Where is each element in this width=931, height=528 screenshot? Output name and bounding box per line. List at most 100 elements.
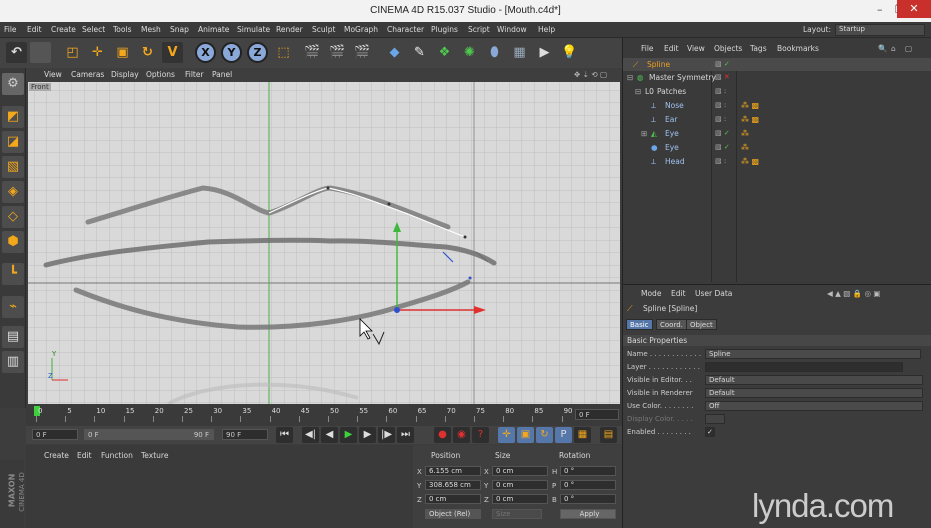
previous-frame-icon[interactable]: ◀ — [321, 427, 338, 443]
material-tag-icon[interactable]: ⁂ — [741, 141, 749, 154]
menu-help[interactable]: Help — [538, 25, 555, 34]
points-mode-icon[interactable]: ◈ — [2, 181, 24, 203]
tab-basic[interactable]: Basic — [626, 319, 653, 330]
viewport-menu-options[interactable]: Options — [146, 70, 175, 79]
tab-object[interactable]: Object — [686, 319, 717, 330]
layout-select[interactable]: Startup — [835, 24, 925, 36]
key-pla-icon[interactable]: ▦ — [574, 427, 591, 443]
viewport-menu-panel[interactable]: Panel — [212, 70, 232, 79]
light-icon[interactable]: 💡 — [559, 42, 580, 63]
prop-display-color-swatch[interactable] — [705, 414, 725, 424]
attr-menu-user-data[interactable]: User Data — [695, 289, 732, 298]
menu-render[interactable]: Render — [276, 25, 303, 34]
rot-p-field[interactable]: 0 ° — [560, 480, 616, 490]
tab-coord[interactable]: Coord. — [656, 319, 687, 330]
obj-menu-view[interactable]: View — [687, 44, 705, 53]
live-selection-icon[interactable]: V — [162, 42, 183, 63]
material-tag-icon[interactable]: ⁂ ▩ — [741, 99, 759, 112]
coords-size-select[interactable]: Size — [492, 509, 542, 519]
select-icon[interactable]: ◰ — [62, 42, 83, 63]
object-row-ear[interactable]: ⟂ Ear ▧ : ⁂ ▩ — [623, 113, 931, 126]
rotate-icon[interactable]: ↻ — [137, 42, 158, 63]
material-menu-function[interactable]: Function — [101, 451, 133, 460]
texture-mode-icon[interactable]: ◪ — [2, 131, 24, 153]
object-flags[interactable]: ▧ ✓ — [715, 127, 730, 140]
obj-search-icon[interactable]: 🔍 — [878, 44, 887, 53]
undo-icon[interactable]: ↶ — [6, 42, 27, 63]
object-flags[interactable]: ▧ ✓ — [715, 141, 730, 154]
menu-snap[interactable]: Snap — [170, 25, 189, 34]
coordinate-system-icon[interactable]: ⬚ — [273, 42, 294, 63]
pos-y-field[interactable]: 308.658 cm — [425, 480, 481, 490]
keyframe-selection-icon[interactable]: ? — [472, 427, 489, 443]
next-key-icon[interactable]: |▶ — [378, 427, 395, 443]
expand-icon[interactable]: ⊟ — [635, 85, 641, 98]
key-scale-icon[interactable]: ▣ — [517, 427, 534, 443]
key-parameter-icon[interactable]: P — [555, 427, 572, 443]
axis-mode-icon[interactable]: ┗ — [2, 263, 24, 285]
viewport-menu-filter[interactable]: Filter — [185, 70, 204, 79]
menu-edit[interactable]: Edit — [27, 25, 42, 34]
prop-enabled-checkbox[interactable]: ✓ — [705, 427, 715, 437]
viewport-nav-icons[interactable]: ✥ ⇣ ⟲ ▢ — [574, 70, 607, 79]
obj-menu-tags[interactable]: Tags — [750, 44, 767, 53]
size-z-field[interactable]: 0 cm — [492, 494, 548, 504]
object-row-eye-2[interactable]: ● Eye ▧ ✓ ⁂ — [623, 141, 931, 154]
timeline[interactable]: 0 5 10 15 20 25 30 35 40 45 50 55 60 65 70 75 80 85 90 0 F — [26, 404, 622, 426]
go-to-end-icon[interactable]: ⏭ — [397, 427, 414, 443]
subdivision-icon[interactable]: ❖ — [434, 42, 455, 63]
obj-menu-objects[interactable]: Objects — [714, 44, 742, 53]
material-menu-create[interactable]: Create — [44, 451, 69, 460]
next-frame-icon[interactable]: ▶ — [359, 427, 376, 443]
y-axis-button[interactable]: Y — [221, 42, 242, 63]
rot-h-field[interactable]: 0 ° — [560, 466, 616, 476]
menu-simulate[interactable]: Simulate — [237, 25, 270, 34]
prop-name-field[interactable]: Spline — [705, 349, 921, 359]
autokey-icon[interactable]: ◉ — [453, 427, 470, 443]
viewport-menu-display[interactable]: Display — [111, 70, 139, 79]
obj-menu-edit[interactable]: Edit — [664, 44, 679, 53]
material-tag-icon[interactable]: ⁂ — [741, 127, 749, 140]
end-frame-field[interactable]: 90 F — [222, 429, 268, 440]
cube-icon[interactable]: ◆ — [384, 42, 405, 63]
object-flags[interactable]: ▧ : — [715, 85, 726, 98]
obj-new-view-icon[interactable]: ▢ — [905, 44, 912, 53]
prop-visible-renderer-select[interactable]: Default — [705, 388, 923, 398]
material-menu-edit[interactable]: Edit — [77, 451, 92, 460]
object-flags[interactable]: ▧ : — [715, 99, 726, 112]
menu-create[interactable]: Create — [51, 25, 76, 34]
object-flags[interactable]: ▧ : — [715, 155, 726, 168]
obj-home-icon[interactable]: ⌂ — [891, 44, 896, 53]
model-mode-icon[interactable]: ◩ — [2, 106, 24, 128]
object-row-master-symmetry[interactable]: ⊟ ◍ Master Symmetry ▧ ✕ — [623, 71, 931, 84]
key-rotation-icon[interactable]: ↻ — [536, 427, 553, 443]
object-row-eye[interactable]: ⊞ ◭ Eye ▧ ✓ ⁂ — [623, 127, 931, 140]
timeline-window-icon[interactable]: ▤ — [600, 427, 617, 443]
menu-animate[interactable]: Animate — [198, 25, 229, 34]
object-flags[interactable]: ▧ ✕ — [715, 71, 730, 84]
expand-icon[interactable]: ⊟ — [627, 71, 633, 84]
key-position-icon[interactable]: ✛ — [498, 427, 515, 443]
attr-nav-icons[interactable]: ◀ ▲ ▧ 🔒 ◎ ▣ — [827, 289, 881, 298]
material-menu-texture[interactable]: Texture — [141, 451, 168, 460]
pos-z-field[interactable]: 0 cm — [425, 494, 481, 504]
floor-icon[interactable]: ▦ — [509, 42, 530, 63]
redo-icon[interactable] — [30, 42, 51, 63]
object-row-nose[interactable]: ⟂ Nose ▧ : ⁂ ▩ — [623, 99, 931, 112]
attr-menu-edit[interactable]: Edit — [671, 289, 686, 298]
size-y-field[interactable]: 0 cm — [492, 480, 548, 490]
prop-use-color-select[interactable]: Off — [705, 401, 923, 411]
prop-visible-editor-select[interactable]: Default — [705, 375, 923, 385]
polygons-mode-icon[interactable]: ⬢ — [2, 231, 24, 253]
coords-mode-select[interactable]: Object (Rel) — [425, 509, 481, 519]
make-editable-icon[interactable]: ⚙ — [2, 73, 24, 95]
render-view-icon[interactable]: 🎬 — [302, 42, 323, 63]
array-icon[interactable]: ✺ — [459, 42, 480, 63]
render-settings-icon[interactable]: 🎬 — [352, 42, 373, 63]
camera-icon[interactable]: ▶ — [534, 42, 555, 63]
planar-workplane-icon[interactable]: ▥ — [2, 351, 24, 373]
render-picture-viewer-icon[interactable]: 🎬 — [327, 42, 348, 63]
object-row-patches[interactable]: ⊟ L0 Patches ▧ : — [623, 85, 931, 98]
range-slider[interactable]: 0 F 90 F — [84, 429, 214, 440]
apply-button[interactable]: Apply — [560, 509, 616, 519]
